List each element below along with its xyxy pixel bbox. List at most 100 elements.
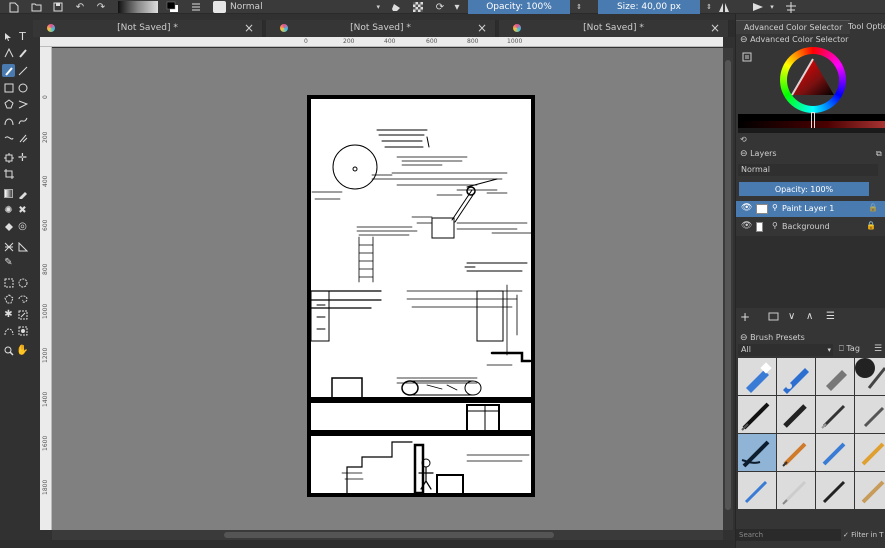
tab-advanced-color-selector[interactable]: Advanced Color Selector xyxy=(736,20,851,34)
brush-preset-item[interactable] xyxy=(855,434,885,471)
wrap-around-icon[interactable] xyxy=(750,0,766,14)
mirror-icon[interactable] xyxy=(717,0,731,14)
opacity-stepper[interactable]: ⇕ xyxy=(574,0,584,14)
tag-button[interactable]: ⎕ Tag xyxy=(839,344,860,354)
duplicate-layer-icon[interactable] xyxy=(768,312,780,325)
assistant-tool-icon[interactable] xyxy=(2,240,15,253)
redo-icon[interactable]: ↷ xyxy=(95,0,107,14)
multibrush-icon[interactable] xyxy=(16,131,29,144)
gradient-tool-icon[interactable] xyxy=(2,187,15,200)
freehand-brush-icon[interactable] xyxy=(2,64,15,77)
scroll-thumb[interactable] xyxy=(725,60,731,510)
ellipse-tool-icon[interactable] xyxy=(16,81,29,94)
brush-preset-item[interactable] xyxy=(738,472,776,509)
close-icon[interactable]: × xyxy=(710,21,720,35)
brush-preset-item[interactable] xyxy=(855,472,885,509)
close-icon[interactable]: × xyxy=(244,21,254,35)
menu-icon[interactable]: ☰ xyxy=(874,344,882,354)
edit-shapes-icon[interactable] xyxy=(2,46,15,59)
brush-search-input[interactable]: Search xyxy=(736,529,841,541)
filter-in-tag-checkbox[interactable]: ✓ Filter in T xyxy=(843,529,885,541)
tab-document-2[interactable]: [Not Saved] * × xyxy=(266,20,496,37)
brush-preset-item[interactable] xyxy=(855,396,885,433)
polygon-select-icon[interactable] xyxy=(2,292,15,305)
reference-pin-icon[interactable]: ✎ xyxy=(2,256,15,269)
brush-preset-icon[interactable] xyxy=(212,0,226,14)
measure-tool-icon[interactable] xyxy=(16,240,29,253)
brush-preset-item[interactable] xyxy=(777,396,815,433)
reload-preset-icon[interactable]: ⟳ xyxy=(434,0,446,14)
horizontal-scrollbar[interactable] xyxy=(52,530,723,540)
layer-row-background[interactable]: 👁 ⚲ Background 🔒 xyxy=(736,219,885,235)
transform-tool-icon[interactable] xyxy=(2,151,15,164)
move-up-icon[interactable]: ∧ xyxy=(806,311,813,322)
scroll-thumb[interactable] xyxy=(224,532,554,538)
eye-icon[interactable]: 👁 xyxy=(741,221,752,231)
lock-icon[interactable]: 🔒 xyxy=(866,221,876,230)
brush-preset-item[interactable] xyxy=(855,358,885,395)
freehand-path-icon[interactable] xyxy=(16,114,29,127)
save-icon[interactable] xyxy=(52,0,64,14)
brush-preset-item[interactable] xyxy=(777,358,815,395)
tab-document-1[interactable]: [Not Saved] * × xyxy=(33,20,263,37)
brush-preset-item[interactable] xyxy=(738,396,776,433)
color-wheel[interactable] xyxy=(780,47,846,113)
smart-patch-icon[interactable]: ✖ xyxy=(16,204,29,217)
line-tool-icon[interactable] xyxy=(16,64,29,77)
float-icon[interactable]: ⧉ xyxy=(876,149,882,159)
vertical-scrollbar[interactable] xyxy=(723,48,733,530)
brush-filter-select[interactable]: All ▾ xyxy=(738,344,833,356)
dynamic-brush-icon[interactable] xyxy=(2,131,15,144)
gradient-swatch[interactable] xyxy=(118,0,158,14)
bezier-select-icon[interactable] xyxy=(2,324,15,337)
brush-preset-item[interactable] xyxy=(816,434,854,471)
layer-blend-mode-select[interactable]: Normal xyxy=(738,164,878,176)
bezier-tool-icon[interactable] xyxy=(2,114,15,127)
move-tool-icon[interactable]: ✛ xyxy=(16,151,29,164)
workspace-icon[interactable] xyxy=(784,0,798,14)
polygon-tool-icon[interactable] xyxy=(2,97,15,110)
colorize-mask-icon[interactable]: ✺ xyxy=(2,204,15,217)
refresh-icon[interactable]: ⟲ xyxy=(740,135,747,144)
polyline-tool-icon[interactable] xyxy=(16,97,29,110)
enclose-fill-icon[interactable]: ◎ xyxy=(16,220,29,233)
new-document-icon[interactable] xyxy=(8,0,20,14)
similar-select-icon[interactable] xyxy=(16,308,29,321)
magnetic-select-icon[interactable] xyxy=(16,324,29,337)
rect-select-icon[interactable] xyxy=(2,276,15,289)
contiguous-select-icon[interactable]: ✱ xyxy=(2,308,15,321)
calligraphy-icon[interactable] xyxy=(16,46,29,59)
open-folder-icon[interactable] xyxy=(30,0,42,14)
settings-icon[interactable] xyxy=(742,52,752,65)
brush-preset-item[interactable] xyxy=(777,434,815,471)
color-picker-icon[interactable] xyxy=(16,187,29,200)
pan-tool-icon[interactable]: ✋ xyxy=(16,344,29,357)
add-layer-icon[interactable]: + xyxy=(740,310,750,324)
ellipse-select-icon[interactable] xyxy=(16,276,29,289)
eye-icon[interactable]: 👁 xyxy=(741,203,752,213)
size-stepper[interactable]: ⇕ xyxy=(704,0,714,14)
zoom-tool-icon[interactable] xyxy=(2,344,15,357)
select-shapes-icon[interactable] xyxy=(2,30,15,43)
canvas-area[interactable] xyxy=(52,48,723,530)
brush-preset-item[interactable] xyxy=(816,358,854,395)
blend-mode-select[interactable]: Normal ▾ xyxy=(230,1,380,13)
brush-preset-item[interactable] xyxy=(816,396,854,433)
tab-document-3[interactable]: [Not Saved] * × xyxy=(499,20,729,37)
layer-opacity-slider[interactable]: Opacity: 100% xyxy=(739,182,869,196)
crop-tool-icon[interactable] xyxy=(2,167,15,180)
fg-bg-color-icon[interactable] xyxy=(165,0,179,14)
document-canvas[interactable] xyxy=(307,95,535,497)
brush-preset-item[interactable] xyxy=(738,358,776,395)
tab-tool-options[interactable]: Tool Optio xyxy=(840,20,885,34)
brush-preset-item[interactable] xyxy=(777,472,815,509)
lock-icon[interactable]: 🔒 xyxy=(868,203,878,212)
brush-preset-item[interactable] xyxy=(816,472,854,509)
opacity-slider[interactable]: Opacity: 100% xyxy=(468,0,570,14)
layer-properties-icon[interactable]: ☰ xyxy=(826,311,835,322)
freehand-select-icon[interactable] xyxy=(16,292,29,305)
move-down-icon[interactable]: ∨ xyxy=(788,311,795,322)
brush-preset-item[interactable] xyxy=(738,434,776,471)
rectangle-tool-icon[interactable] xyxy=(2,81,15,94)
close-icon[interactable]: × xyxy=(477,21,487,35)
